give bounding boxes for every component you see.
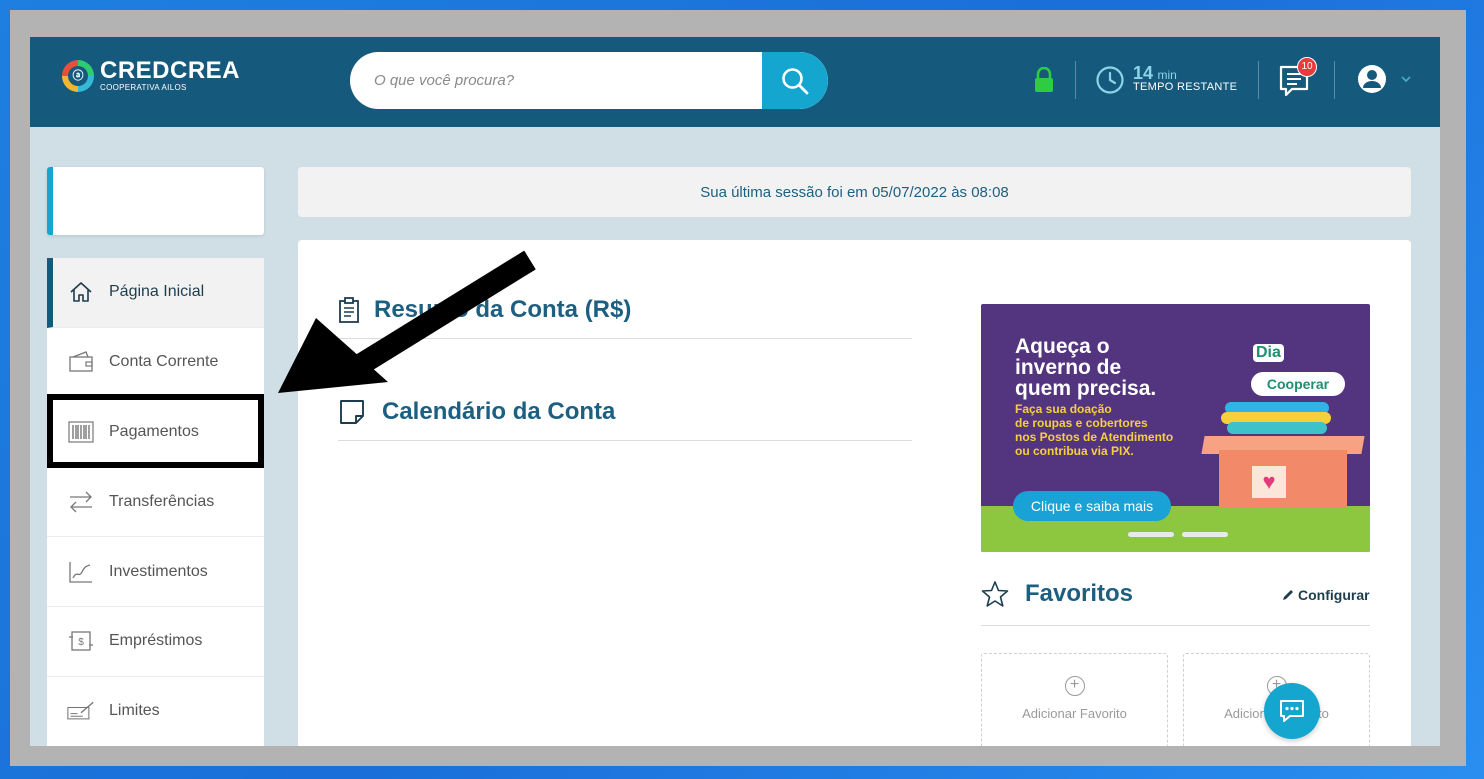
add-favorite-card[interactable]: + Adicionar Favorito bbox=[981, 653, 1168, 746]
carousel-dot[interactable] bbox=[1128, 532, 1174, 537]
header-divider bbox=[1258, 61, 1259, 99]
sidebar-item-label: Pagamentos bbox=[109, 422, 199, 440]
chevron-down-icon bbox=[1401, 76, 1411, 83]
lock-icon bbox=[1035, 66, 1053, 92]
sidebar-item-investimentos[interactable]: Investimentos bbox=[47, 537, 264, 607]
clipboard-icon bbox=[339, 297, 359, 323]
barcode-icon bbox=[67, 418, 95, 446]
resumo-section-title[interactable]: Resumo da Conta (R$) bbox=[338, 296, 631, 324]
sidebar-nav: Página Inicial Conta Corrente Pagamentos… bbox=[47, 258, 264, 746]
sidebar-item-label: Transferências bbox=[109, 492, 215, 510]
main-content-card: Resumo da Conta (R$) Calendário da Conta… bbox=[298, 240, 1411, 746]
chart-line-icon bbox=[67, 558, 95, 586]
heart-icon: ♥ bbox=[1252, 466, 1286, 498]
sidebar-item-limites[interactable]: Limites bbox=[47, 677, 264, 746]
sidebar-item-label: Página Inicial bbox=[109, 283, 205, 301]
timer-label: TEMPO RESTANTE bbox=[1133, 81, 1238, 93]
svg-text:$: $ bbox=[78, 637, 84, 648]
account-card[interactable] bbox=[47, 167, 264, 235]
check-sign-icon bbox=[67, 697, 95, 725]
notification-badge: 10 bbox=[1297, 57, 1317, 77]
wallet-icon bbox=[67, 348, 95, 376]
sidebar-item-label: Investimentos bbox=[109, 562, 208, 580]
timer-value: 14 bbox=[1133, 63, 1154, 83]
carousel-dot[interactable] bbox=[1182, 532, 1228, 537]
divider bbox=[338, 440, 912, 441]
banner-headline: Aqueça o inverno de quem precisa. bbox=[1015, 335, 1157, 400]
resumo-title: Resumo da Conta (R$) bbox=[374, 296, 632, 323]
favorites-title: Favoritos bbox=[981, 580, 1133, 608]
sidebar-item-emprestimos[interactable]: $ Empréstimos bbox=[47, 607, 264, 677]
loan-icon: $ bbox=[67, 627, 95, 655]
banner-body: Faça sua doação de roupas e cobertores n… bbox=[1015, 402, 1174, 458]
logo-top-text: Dia bbox=[1253, 344, 1284, 362]
divider bbox=[338, 338, 912, 339]
header-divider bbox=[1075, 61, 1076, 99]
home-icon bbox=[67, 278, 95, 306]
timer-unit: min bbox=[1157, 68, 1177, 82]
brand-name: CREDCREA bbox=[100, 57, 241, 84]
plus-circle-icon: + bbox=[1064, 676, 1085, 696]
dia-de-cooperar-logo: Dia Cooperar bbox=[1249, 334, 1349, 396]
sidebar-item-label: Conta Corrente bbox=[109, 353, 219, 371]
cooperative-logo-icon: ⓐ bbox=[62, 60, 94, 92]
sidebar-item-transferencias[interactable]: Transferências bbox=[47, 467, 264, 538]
sidebar-item-label: Empréstimos bbox=[109, 632, 203, 650]
brand-logo[interactable]: ⓐ CREDCREA COOPERATIVA AILOS bbox=[62, 59, 240, 93]
app-window: ⓐ CREDCREA COOPERATIVA AILOS O que você … bbox=[30, 37, 1440, 746]
last-session-bar: Sua última sessão foi em 05/07/2022 às 0… bbox=[298, 167, 1411, 217]
top-header: ⓐ CREDCREA COOPERATIVA AILOS O que você … bbox=[30, 37, 1440, 127]
security-lock[interactable] bbox=[1033, 66, 1055, 98]
user-avatar-icon bbox=[1358, 65, 1386, 93]
sidebar-item-pagamentos[interactable]: Pagamentos bbox=[47, 398, 264, 468]
transfer-arrows-icon bbox=[67, 488, 95, 516]
chat-button[interactable] bbox=[1264, 683, 1320, 739]
header-divider bbox=[1334, 61, 1335, 99]
sidebar-item-conta-corrente[interactable]: Conta Corrente bbox=[47, 328, 264, 398]
star-icon bbox=[981, 581, 1009, 607]
clock-icon bbox=[1096, 66, 1124, 94]
sidebar-item-pagina-inicial[interactable]: Página Inicial bbox=[47, 258, 264, 328]
search-bar bbox=[350, 52, 828, 109]
logo-bottom-text: Cooperar bbox=[1251, 372, 1345, 396]
configure-favorites-link[interactable]: Configurar bbox=[1281, 587, 1370, 603]
calendario-title: Calendário da Conta bbox=[382, 398, 616, 425]
search-input[interactable] bbox=[350, 52, 762, 109]
messages-button[interactable]: 10 bbox=[1278, 57, 1317, 104]
sticky-note-icon bbox=[340, 400, 364, 424]
search-button[interactable] bbox=[762, 52, 828, 109]
pencil-icon bbox=[1283, 590, 1293, 600]
promo-banner[interactable]: Aqueça o inverno de quem precisa. Faça s… bbox=[981, 304, 1370, 552]
chat-bubble-icon bbox=[1280, 700, 1304, 722]
user-menu[interactable] bbox=[1356, 63, 1414, 95]
banner-cta-button[interactable]: Clique e saiba mais bbox=[1013, 491, 1171, 521]
brand-subtitle: COOPERATIVA AILOS bbox=[100, 83, 187, 92]
divider bbox=[981, 625, 1370, 626]
calendario-section-title[interactable]: Calendário da Conta bbox=[338, 398, 615, 426]
carousel-dots bbox=[1128, 532, 1228, 537]
last-session-text: Sua última sessão foi em 05/07/2022 às 0… bbox=[700, 183, 1009, 201]
session-timer: 14 min TEMPO RESTANTE bbox=[1095, 63, 1238, 95]
search-icon bbox=[782, 67, 809, 94]
clothes-illustration bbox=[1227, 422, 1327, 434]
sidebar-item-label: Limites bbox=[109, 702, 160, 720]
